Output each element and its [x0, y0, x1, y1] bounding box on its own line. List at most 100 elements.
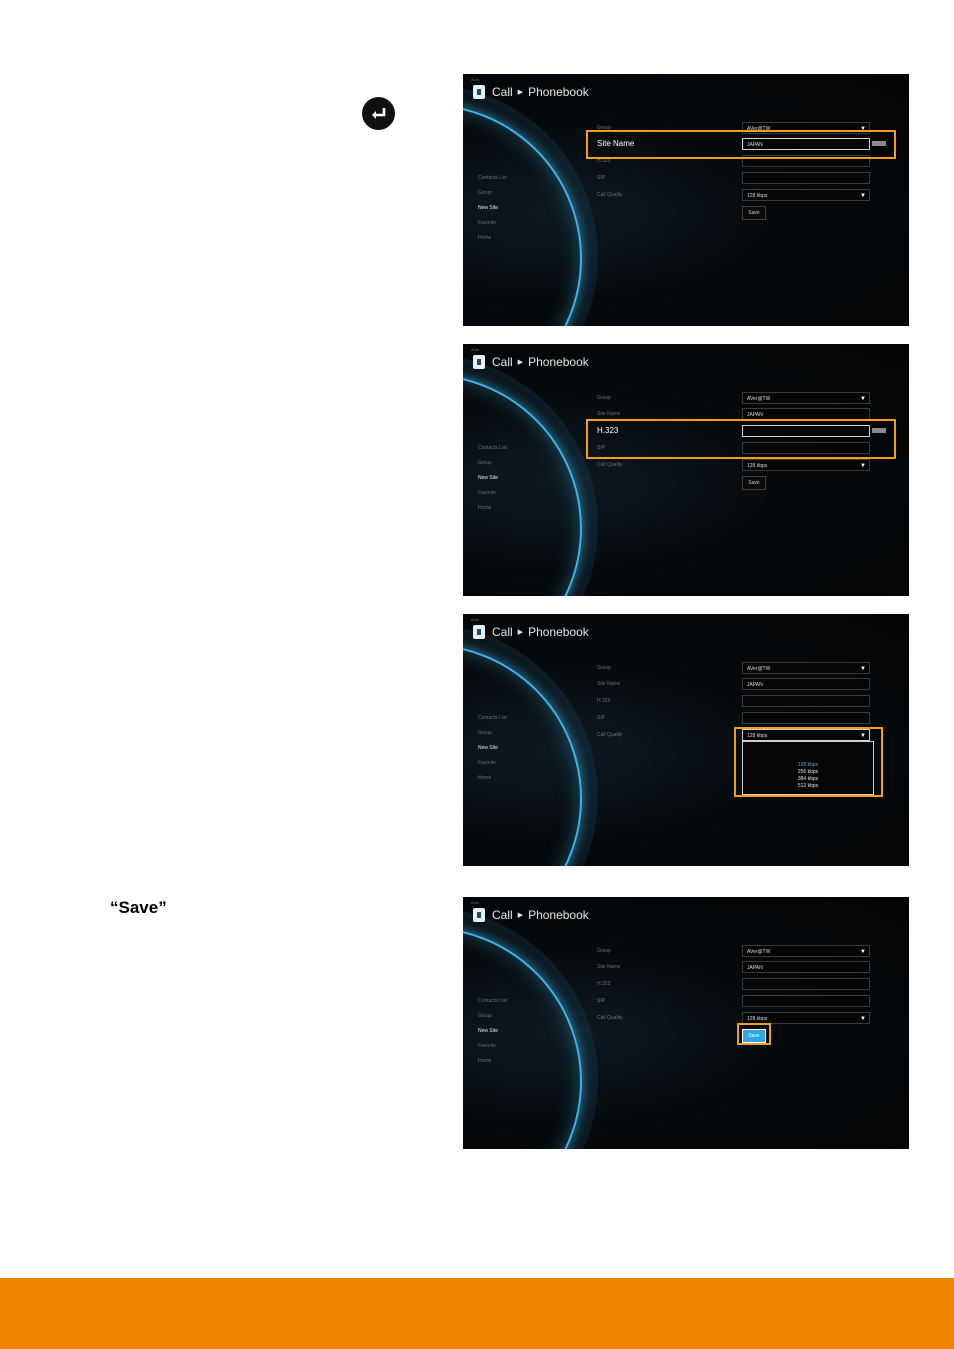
- menu-item-new-site[interactable]: New Site: [478, 1028, 507, 1043]
- dropdown-arrow-icon: ▼: [860, 396, 866, 402]
- menu-item-group[interactable]: Group: [478, 460, 507, 475]
- breadcrumb-separator-icon: ▶: [517, 89, 524, 96]
- breadcrumb-call[interactable]: Call: [492, 908, 513, 922]
- menu-item-home[interactable]: Home: [478, 775, 507, 790]
- call-quality-row: Call Quality 128 kbps ▼: [597, 459, 897, 473]
- corner-logo: AVer: [471, 347, 480, 352]
- breadcrumb-phonebook: Phonebook: [528, 908, 589, 922]
- save-instruction-label: “Save”: [110, 898, 167, 917]
- breadcrumb: Call ▶ Phonebook: [473, 907, 589, 923]
- save-button[interactable]: Save: [742, 476, 766, 490]
- phonebook-icon: [473, 625, 485, 639]
- menu-item-group[interactable]: Group: [478, 730, 507, 745]
- save-button[interactable]: Save: [742, 206, 766, 220]
- sip-input[interactable]: [742, 712, 870, 724]
- highlight-box: [734, 727, 883, 797]
- phonebook-icon: [473, 85, 485, 99]
- call-quality-label: Call Quality: [597, 732, 623, 738]
- side-menu: Contacts List Group New Site Favorite Ho…: [478, 175, 507, 250]
- group-select[interactable]: AVer@TW ▼: [742, 662, 870, 674]
- menu-item-home[interactable]: Home: [478, 1058, 507, 1073]
- call-quality-label: Call Quality: [597, 192, 623, 198]
- footer-bar: [0, 1278, 954, 1349]
- h323-input[interactable]: [742, 695, 870, 707]
- sip-input[interactable]: [742, 172, 870, 184]
- call-quality-label: Call Quality: [597, 1015, 623, 1021]
- menu-item-contacts-list[interactable]: Contacts List: [478, 445, 507, 460]
- menu-item-new-site[interactable]: New Site: [478, 475, 507, 490]
- menu-item-group[interactable]: Group: [478, 1013, 507, 1028]
- site-name-input[interactable]: JAPAN: [742, 961, 870, 973]
- site-name-label: Site Name: [597, 964, 621, 970]
- call-quality-select[interactable]: 128 kbps ▼: [742, 189, 870, 201]
- call-quality-label: Call Quality: [597, 462, 623, 468]
- sip-row: SIP: [597, 712, 897, 726]
- h323-row: H.323: [597, 978, 897, 992]
- group-label: Group: [597, 665, 611, 671]
- group-label: Group: [597, 948, 611, 954]
- site-name-input[interactable]: JAPAN: [742, 678, 870, 690]
- breadcrumb-phonebook: Phonebook: [528, 355, 589, 369]
- screenshot-call-quality: AVer Call ▶ Phonebook Contacts List Grou…: [463, 614, 909, 866]
- highlight-box: [586, 419, 896, 459]
- menu-item-home[interactable]: Home: [478, 235, 507, 250]
- sip-row: SIP: [597, 995, 897, 1009]
- dropdown-arrow-icon: ▼: [860, 666, 866, 672]
- group-row: Group AVer@TW ▼: [597, 662, 897, 676]
- h323-row: H.323: [597, 695, 897, 709]
- breadcrumb: Call ▶ Phonebook: [473, 354, 589, 370]
- breadcrumb-call[interactable]: Call: [492, 355, 513, 369]
- menu-item-home[interactable]: Home: [478, 505, 507, 520]
- breadcrumb-phonebook: Phonebook: [528, 625, 589, 639]
- dropdown-arrow-icon: ▼: [860, 463, 866, 469]
- menu-item-new-site[interactable]: New Site: [478, 745, 507, 760]
- highlight-box: [586, 130, 896, 159]
- breadcrumb-separator-icon: ▶: [517, 629, 524, 636]
- phonebook-icon: [473, 355, 485, 369]
- menu-item-favorite[interactable]: Favorite: [478, 760, 507, 775]
- site-name-row: Site Name JAPAN: [597, 961, 897, 975]
- phonebook-icon: [473, 908, 485, 922]
- sip-label: SIP: [597, 715, 606, 721]
- side-menu: Contacts List Group New Site Favorite Ho…: [478, 445, 507, 520]
- highlight-box: [737, 1023, 771, 1045]
- breadcrumb-call[interactable]: Call: [492, 625, 513, 639]
- screenshot-site-name: AVer Call ▶ Phonebook Contacts List Grou…: [463, 74, 909, 326]
- h323-input[interactable]: [742, 978, 870, 990]
- menu-item-favorite[interactable]: Favorite: [478, 220, 507, 235]
- menu-item-contacts-list[interactable]: Contacts List: [478, 715, 507, 730]
- site-name-label: Site Name: [597, 681, 621, 687]
- menu-item-contacts-list[interactable]: Contacts List: [478, 998, 507, 1013]
- sip-input[interactable]: [742, 995, 870, 1007]
- menu-item-group[interactable]: Group: [478, 190, 507, 205]
- group-row: Group AVer@TW ▼: [597, 945, 897, 959]
- call-quality-select[interactable]: 128 kbps ▼: [742, 459, 870, 471]
- group-select[interactable]: AVer@TW ▼: [742, 945, 870, 957]
- side-menu: Contacts List Group New Site Favorite Ho…: [478, 998, 507, 1073]
- menu-item-favorite[interactable]: Favorite: [478, 1043, 507, 1058]
- menu-item-favorite[interactable]: Favorite: [478, 490, 507, 505]
- site-name-label: Site Name: [597, 411, 621, 417]
- dropdown-arrow-icon: ▼: [860, 1016, 866, 1022]
- dropdown-arrow-icon: ▼: [860, 949, 866, 955]
- site-name-row: Site Name JAPAN: [597, 678, 897, 692]
- group-label: Group: [597, 395, 611, 401]
- breadcrumb-separator-icon: ▶: [517, 912, 524, 919]
- h323-label: H.323: [597, 698, 611, 704]
- sip-row: SIP: [597, 172, 897, 186]
- breadcrumb: Call ▶ Phonebook: [473, 624, 589, 640]
- sip-label: SIP: [597, 175, 606, 181]
- sip-label: SIP: [597, 998, 606, 1004]
- menu-item-new-site[interactable]: New Site: [478, 205, 507, 220]
- breadcrumb-phonebook: Phonebook: [528, 85, 589, 99]
- corner-logo: AVer: [471, 77, 480, 82]
- menu-item-contacts-list[interactable]: Contacts List: [478, 175, 507, 190]
- breadcrumb-call[interactable]: Call: [492, 85, 513, 99]
- corner-logo: AVer: [471, 900, 480, 905]
- h323-label: H.323: [597, 981, 611, 987]
- dropdown-arrow-icon: ▼: [860, 193, 866, 199]
- breadcrumb: Call ▶ Phonebook: [473, 84, 589, 100]
- corner-logo: AVer: [471, 617, 480, 622]
- group-select[interactable]: AVer@TW ▼: [742, 392, 870, 404]
- breadcrumb-separator-icon: ▶: [517, 359, 524, 366]
